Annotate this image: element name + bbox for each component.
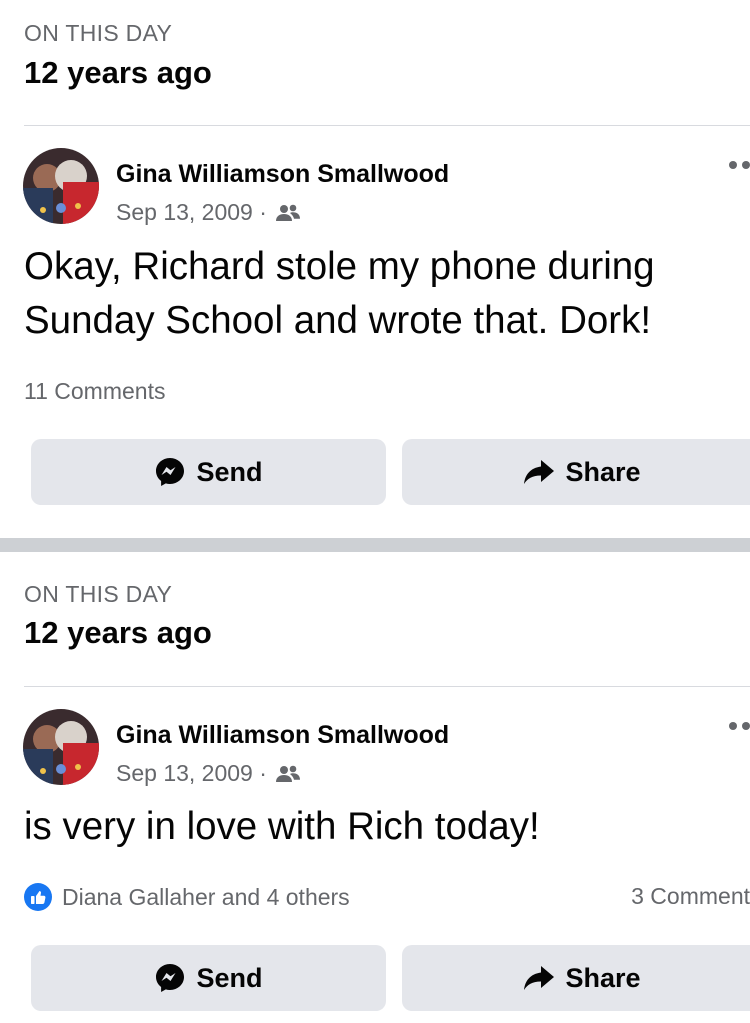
share-arrow-icon xyxy=(523,458,555,486)
on-this-day-label: ON THIS DAY xyxy=(24,20,173,46)
messenger-icon xyxy=(154,456,186,488)
avatar-photo xyxy=(23,148,99,224)
avatar[interactable] xyxy=(23,709,99,785)
reactions-summary[interactable]: Diana Gallaher and 4 others xyxy=(24,883,350,911)
author-name[interactable]: Gina Williamson Smallwood xyxy=(116,160,449,189)
post-meta: Sep 13, 2009 · xyxy=(116,760,301,787)
memory-title: 12 years ago xyxy=(24,615,212,650)
reactions-text: Diana Gallaher and 4 others xyxy=(62,883,350,910)
share-arrow-icon xyxy=(523,964,555,992)
comment-count[interactable]: 3 Comment xyxy=(631,883,750,910)
send-label: Send xyxy=(196,456,263,487)
send-button[interactable]: Send xyxy=(31,439,386,505)
memory-title: 12 years ago xyxy=(24,55,212,90)
divider xyxy=(24,125,750,126)
friends-icon xyxy=(275,765,300,782)
avatar-photo xyxy=(23,709,99,785)
memory-card: ON THIS DAY 12 years ago Gina Williamson… xyxy=(0,0,750,538)
post-text: Okay, Richard stole my phone during Sund… xyxy=(24,245,655,342)
send-label: Send xyxy=(196,962,263,993)
messenger-icon xyxy=(154,962,186,994)
share-label: Share xyxy=(565,962,641,993)
share-label: Share xyxy=(565,456,641,487)
section-separator xyxy=(0,538,750,552)
comment-count[interactable]: 11 Comments xyxy=(24,378,165,405)
post-meta: Sep 13, 2009 · xyxy=(116,199,301,226)
share-button[interactable]: Share xyxy=(402,945,750,1011)
avatar[interactable] xyxy=(23,148,99,224)
post-date[interactable]: Sep 13, 2009 · xyxy=(116,760,267,787)
author-name[interactable]: Gina Williamson Smallwood xyxy=(116,721,449,750)
more-options-icon[interactable] xyxy=(728,160,750,170)
like-icon xyxy=(24,883,52,911)
share-button[interactable]: Share xyxy=(402,439,750,505)
divider xyxy=(24,686,750,687)
memory-card: ON THIS DAY 12 years ago Gina Williamson… xyxy=(0,552,750,1023)
post-text: is very in love with Rich today! xyxy=(24,805,540,848)
post-date[interactable]: Sep 13, 2009 · xyxy=(116,199,267,226)
friends-icon xyxy=(275,204,300,221)
more-options-icon[interactable] xyxy=(728,721,750,731)
send-button[interactable]: Send xyxy=(31,945,386,1011)
on-this-day-label: ON THIS DAY xyxy=(24,581,173,607)
